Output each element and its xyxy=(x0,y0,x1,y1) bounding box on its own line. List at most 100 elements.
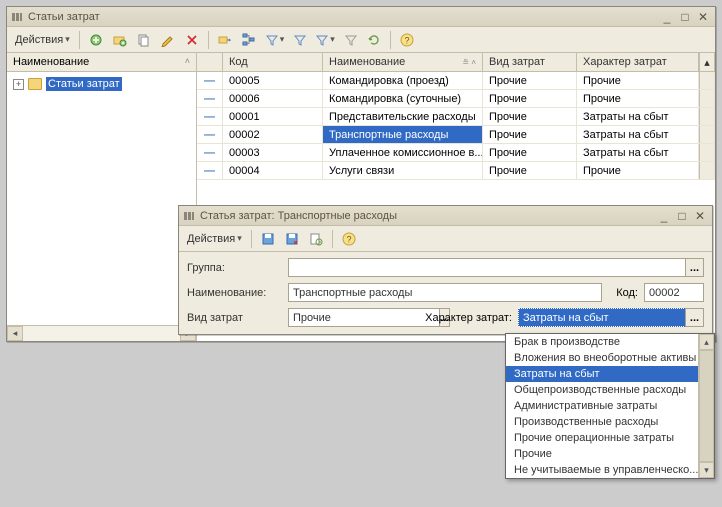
dropdown-option[interactable]: Прочие операционные затраты xyxy=(506,430,698,446)
delete-button[interactable] xyxy=(181,30,203,50)
maximize-button[interactable]: □ xyxy=(676,9,694,25)
refresh-button[interactable] xyxy=(363,30,385,50)
grid-header: Код Наименование≞ ˄ Вид затрат Характер … xyxy=(197,53,715,72)
dropdown-option[interactable]: Общепроизводственные расходы xyxy=(506,382,698,398)
reread-button[interactable] xyxy=(305,229,327,249)
add-folder-button[interactable] xyxy=(109,30,131,50)
separator xyxy=(332,230,333,248)
type-label: Вид затрат xyxy=(187,312,282,324)
detail-toolbar: Действия ? xyxy=(179,226,712,252)
separator xyxy=(208,31,209,49)
main-toolbar: Действия ? xyxy=(7,27,715,53)
cell-code: 00006 xyxy=(223,90,323,107)
clear-filter-button[interactable] xyxy=(341,30,361,50)
grid-col-nature[interactable]: Характер затрат xyxy=(577,53,699,71)
table-row[interactable]: —00003Уплаченное комиссионное в...Прочие… xyxy=(197,144,715,162)
sort-asc-icon: ≞ ˄ xyxy=(462,58,476,67)
row-marker-icon: — xyxy=(197,108,223,125)
filter1-button[interactable] xyxy=(262,30,289,50)
table-row[interactable]: —00004Услуги связиПрочиеПрочие xyxy=(197,162,715,180)
grid-marker-col[interactable] xyxy=(197,53,223,71)
close-button[interactable]: ✕ xyxy=(694,9,712,25)
dropdown-scrollbar[interactable]: ▴ ▾ xyxy=(698,334,714,478)
table-row[interactable]: —00006Командировка (суточные)ПрочиеПрочи… xyxy=(197,90,715,108)
cell-code: 00001 xyxy=(223,108,323,125)
nature-input[interactable] xyxy=(518,308,686,327)
separator xyxy=(251,230,252,248)
tree-root-label: Статьи затрат xyxy=(46,77,122,91)
dropdown-option[interactable]: Административные затраты xyxy=(506,398,698,414)
code-input[interactable] xyxy=(644,283,704,302)
dropdown-option[interactable]: Производственные расходы xyxy=(506,414,698,430)
move-button[interactable] xyxy=(214,30,236,50)
maximize-button[interactable]: □ xyxy=(673,208,691,224)
grid-col-type[interactable]: Вид затрат xyxy=(483,53,577,71)
table-row[interactable]: —00001Представительские расходыПрочиеЗат… xyxy=(197,108,715,126)
cell-type: Прочие xyxy=(483,108,577,125)
nature-dropdown[interactable]: Брак в производствеВложения во внеоборот… xyxy=(505,333,715,479)
actions-menu[interactable]: Действия xyxy=(11,30,74,50)
code-label: Код: xyxy=(608,287,638,299)
table-row[interactable]: —00005Командировка (проезд)ПрочиеПрочие xyxy=(197,72,715,90)
name-input[interactable] xyxy=(288,283,602,302)
scroll-left-icon[interactable]: ◂ xyxy=(7,326,23,341)
cell-nature: Прочие xyxy=(577,90,699,107)
close-button[interactable]: ✕ xyxy=(691,208,709,224)
dropdown-option[interactable]: Не учитываемые в управленческо... xyxy=(506,462,698,478)
help-button[interactable]: ? xyxy=(396,30,418,50)
cell-code: 00004 xyxy=(223,162,323,179)
tree-pane: Наименование ˄ + Статьи затрат ◂ ▸ xyxy=(7,53,197,341)
expand-icon[interactable]: + xyxy=(13,79,24,90)
cell-nature: Прочие xyxy=(577,162,699,179)
cell-nature: Затраты на сбыт xyxy=(577,126,699,143)
minimize-button[interactable]: _ xyxy=(655,208,673,224)
table-row[interactable]: —00002Транспортные расходыПрочиеЗатраты … xyxy=(197,126,715,144)
scroll-up-icon[interactable]: ▴ xyxy=(699,334,714,350)
tree-root-item[interactable]: + Статьи затрат xyxy=(11,76,192,92)
tree-hscrollbar[interactable]: ◂ ▸ xyxy=(7,325,196,341)
detail-titlebar: Статья затрат: Транспортные расходы _ □ … xyxy=(179,206,712,226)
dropdown-option[interactable]: Прочие xyxy=(506,446,698,462)
actions-menu[interactable]: Действия xyxy=(183,229,246,249)
cell-name: Транспортные расходы xyxy=(323,126,483,143)
help-button[interactable]: ? xyxy=(338,229,360,249)
row-marker-icon: — xyxy=(197,90,223,107)
separator xyxy=(390,31,391,49)
detail-title: Статья затрат: Транспортные расходы xyxy=(200,210,655,222)
cell-nature: Затраты на сбыт xyxy=(577,108,699,125)
nature-select-button[interactable]: ... xyxy=(685,308,704,327)
add-item-button[interactable] xyxy=(85,30,107,50)
grid-col-code[interactable]: Код xyxy=(223,53,323,71)
dropdown-option[interactable]: Брак в производстве xyxy=(506,334,698,350)
cell-name: Услуги связи xyxy=(323,162,483,179)
minimize-button[interactable]: _ xyxy=(658,9,676,25)
separator xyxy=(79,31,80,49)
group-select-button[interactable]: ... xyxy=(685,258,704,277)
dropdown-option[interactable]: Затраты на сбыт xyxy=(506,366,698,382)
main-titlebar: Статьи затрат _ □ ✕ xyxy=(7,7,715,27)
dropdown-option[interactable]: Вложения во внеоборотные активы xyxy=(506,350,698,366)
cell-code: 00003 xyxy=(223,144,323,161)
cell-type: Прочие xyxy=(483,162,577,179)
cell-code: 00002 xyxy=(223,126,323,143)
grid-col-name[interactable]: Наименование≞ ˄ xyxy=(323,53,483,71)
group-input[interactable] xyxy=(288,258,686,277)
edit-button[interactable] xyxy=(157,30,179,50)
row-marker-icon: — xyxy=(197,126,223,143)
cell-name: Представительские расходы xyxy=(323,108,483,125)
app-icon xyxy=(10,10,24,24)
tree-body[interactable]: + Статьи затрат xyxy=(7,72,196,325)
cell-type: Прочие xyxy=(483,144,577,161)
filter3-button[interactable] xyxy=(312,30,339,50)
scroll-up-icon[interactable]: ▴ xyxy=(699,53,715,71)
tree-header[interactable]: Наименование ˄ xyxy=(7,53,196,72)
sort-indicator-icon: ˄ xyxy=(185,56,190,68)
hierarchy-button[interactable] xyxy=(238,30,260,50)
filter2-button[interactable] xyxy=(290,30,310,50)
save-close-button[interactable] xyxy=(281,229,303,249)
copy-button[interactable] xyxy=(133,30,155,50)
group-label: Группа: xyxy=(187,262,282,274)
save-button[interactable] xyxy=(257,229,279,249)
cell-code: 00005 xyxy=(223,72,323,89)
scroll-down-icon[interactable]: ▾ xyxy=(699,462,714,478)
